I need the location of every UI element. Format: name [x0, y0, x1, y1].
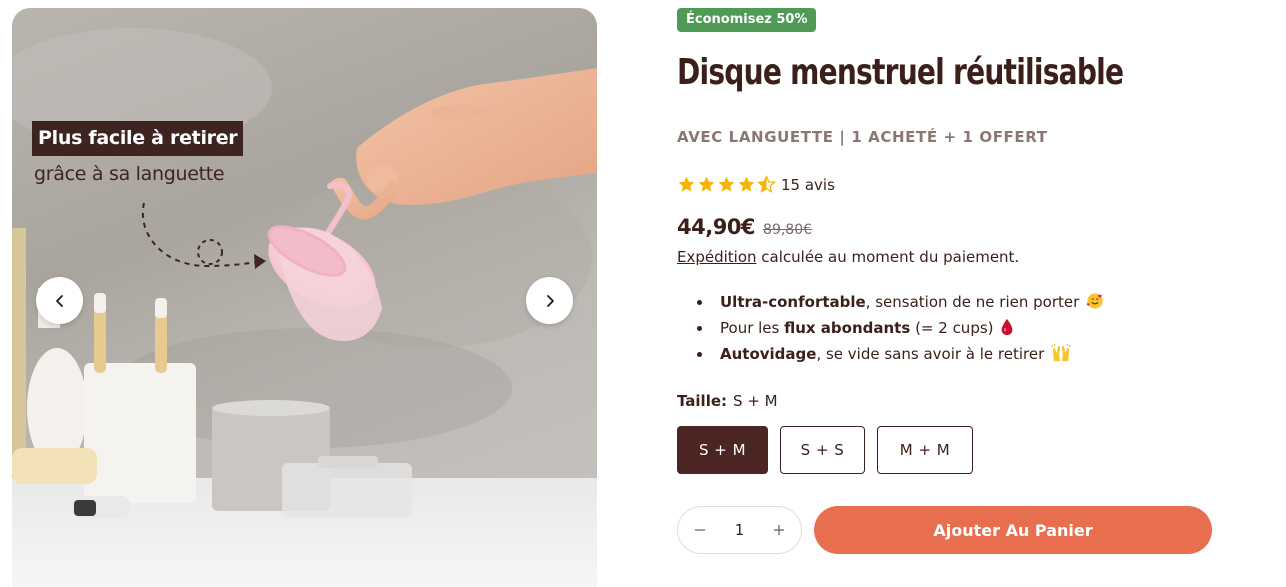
quantity-stepper — [677, 506, 802, 554]
compare-at-price: 89,80€ — [763, 222, 813, 238]
product-photo — [12, 28, 597, 587]
list-item: Pour les flux abondants (= 2 cups) — [697, 315, 1104, 341]
next-image-button[interactable] — [526, 277, 573, 324]
chevron-left-icon — [55, 294, 63, 307]
product-image-gallery[interactable]: Plus facile à retirer grâce à sa languet… — [12, 8, 597, 587]
feature-text-pre: Pour les — [720, 319, 785, 337]
star-icon — [718, 176, 735, 192]
smiling-face-with-hearts-icon — [1086, 293, 1103, 309]
product-title: Disque menstruel réutilisable — [677, 52, 1124, 93]
feature-list: Ultra-confortable, sensation de ne rien … — [697, 289, 1104, 367]
quantity-input[interactable] — [724, 521, 755, 539]
star-icon — [698, 176, 715, 192]
feature-text: , sensation de ne rien porter — [865, 293, 1080, 311]
feature-text: , se vide sans avoir à le retirer — [816, 345, 1045, 363]
feature-bold: Autovidage — [720, 345, 817, 363]
size-label-title: Taille: — [677, 392, 728, 410]
raising-hands-icon — [1051, 344, 1071, 362]
price-row: 44,90€ 89,80€ — [677, 215, 812, 239]
size-option-m-m[interactable]: M + M — [877, 426, 973, 474]
add-to-cart-button[interactable]: Ajouter Au Panier — [814, 506, 1212, 554]
minus-icon — [695, 529, 705, 531]
size-option-s-s[interactable]: S + S — [780, 426, 865, 474]
size-selected-value: S + M — [733, 392, 778, 410]
shipping-note: Expédition calculée au moment du paiemen… — [677, 248, 1019, 266]
decrease-quantity-button[interactable] — [678, 507, 722, 553]
product-rating[interactable]: 15 avis — [677, 175, 835, 194]
star-icon — [738, 176, 755, 192]
feature-bold: Ultra-confortable — [720, 293, 866, 311]
plus-icon — [774, 525, 784, 535]
rating-stars — [677, 175, 776, 194]
sale-price: 44,90€ — [677, 215, 756, 239]
size-label: Taille: S + M — [677, 392, 778, 410]
image-overlay-subtitle: grâce à sa languette — [34, 163, 225, 185]
size-options: S + M S + S M + M — [677, 426, 973, 474]
product-subtitle: AVEC LANGUETTE | 1 ACHETÉ + 1 OFFERT — [677, 128, 1048, 146]
image-overlay-title: Plus facile à retirer — [32, 121, 244, 156]
shipping-link[interactable]: Expédition — [677, 248, 757, 266]
star-icon — [678, 176, 695, 192]
feature-bold: flux abondants — [784, 319, 911, 337]
review-count[interactable]: 15 avis — [781, 176, 835, 194]
shipping-text: calculée au moment du paiement. — [756, 248, 1020, 266]
list-item: Autovidage, se vide sans avoir à le reti… — [697, 341, 1104, 367]
chevron-right-icon — [546, 294, 554, 307]
list-item: Ultra-confortable, sensation de ne rien … — [697, 289, 1104, 315]
star-half-icon — [757, 175, 776, 193]
increase-quantity-button[interactable] — [757, 507, 801, 553]
size-option-s-m[interactable]: S + M — [677, 426, 768, 474]
discount-badge: Économisez 50% — [677, 8, 817, 32]
feature-text: (= 2 cups) — [910, 319, 994, 337]
previous-image-button[interactable] — [36, 277, 83, 324]
drop-of-blood-icon — [1001, 318, 1013, 336]
